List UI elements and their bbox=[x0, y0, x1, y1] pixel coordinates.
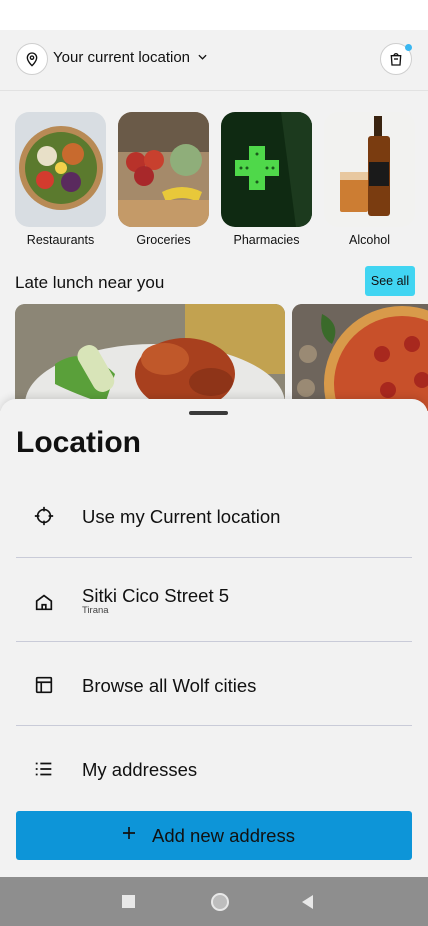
restaurant-card[interactable] bbox=[15, 304, 285, 411]
home-content: Restaurants Groceries Pharmacies Alcohol… bbox=[0, 91, 428, 411]
sheet-drag-handle[interactable] bbox=[189, 411, 228, 415]
divider bbox=[16, 641, 412, 642]
plus-icon bbox=[123, 827, 135, 839]
add-button-label: Add new address bbox=[152, 825, 295, 846]
category-label: Alcohol bbox=[349, 233, 390, 247]
system-nav-bar bbox=[0, 877, 428, 926]
category-restaurants[interactable]: Restaurants bbox=[15, 112, 106, 247]
location-label: Your current location bbox=[53, 49, 191, 66]
restaurants-image bbox=[15, 112, 106, 227]
header: Your current location bbox=[0, 30, 428, 91]
restaurant-card[interactable] bbox=[292, 304, 428, 411]
category-list: Restaurants Groceries Pharmacies Alcohol bbox=[15, 112, 415, 247]
category-alcohol[interactable]: Alcohol bbox=[324, 112, 415, 247]
crosshair-icon bbox=[34, 506, 54, 526]
divider bbox=[16, 557, 412, 558]
browse-cities-option[interactable]: Browse all Wolf cities bbox=[16, 674, 412, 758]
chevron-down-icon bbox=[198, 54, 207, 60]
location-pin-button[interactable] bbox=[16, 43, 48, 75]
category-label: Restaurants bbox=[26, 233, 95, 247]
divider bbox=[16, 725, 412, 726]
category-groceries[interactable]: Groceries bbox=[118, 112, 209, 247]
list-icon bbox=[35, 762, 52, 776]
saved-address-option[interactable]: Sitki Cico Street 5 Tirana bbox=[16, 585, 412, 674]
option-label: Browse all Wolf cities bbox=[82, 675, 257, 696]
category-label: Pharmacies bbox=[233, 233, 300, 247]
layout-icon bbox=[35, 676, 53, 694]
recent-apps-button[interactable] bbox=[122, 895, 135, 908]
category-label: Groceries bbox=[136, 233, 191, 247]
cart-notification-dot bbox=[405, 44, 412, 51]
pharmacies-image bbox=[221, 112, 312, 227]
back-button[interactable] bbox=[302, 895, 313, 909]
see-all-button[interactable]: See all bbox=[365, 266, 415, 296]
map-pin-icon bbox=[26, 52, 38, 67]
option-sublabel: Tirana bbox=[82, 605, 109, 616]
section-title: Late lunch near you bbox=[15, 273, 165, 292]
groceries-image bbox=[118, 112, 209, 227]
status-bar bbox=[0, 0, 428, 30]
home-button[interactable] bbox=[211, 893, 229, 911]
category-pharmacies[interactable]: Pharmacies bbox=[221, 112, 312, 247]
option-label: Use my Current location bbox=[82, 506, 281, 527]
sheet-title: Location bbox=[16, 426, 141, 459]
option-label: Sitki Cico Street 5 bbox=[82, 585, 230, 606]
cart-button[interactable] bbox=[380, 43, 412, 75]
shopping-bag-icon bbox=[390, 53, 402, 66]
home-icon bbox=[35, 594, 53, 611]
add-new-address-button[interactable]: Add new address bbox=[16, 811, 412, 860]
use-current-location-option[interactable]: Use my Current location bbox=[16, 505, 412, 589]
option-label: My addresses bbox=[82, 759, 198, 780]
alcohol-image bbox=[324, 112, 415, 227]
location-bottom-sheet: Location Use my Current location Sitki C… bbox=[0, 399, 428, 877]
location-selector[interactable]: Your current location bbox=[53, 49, 207, 66]
